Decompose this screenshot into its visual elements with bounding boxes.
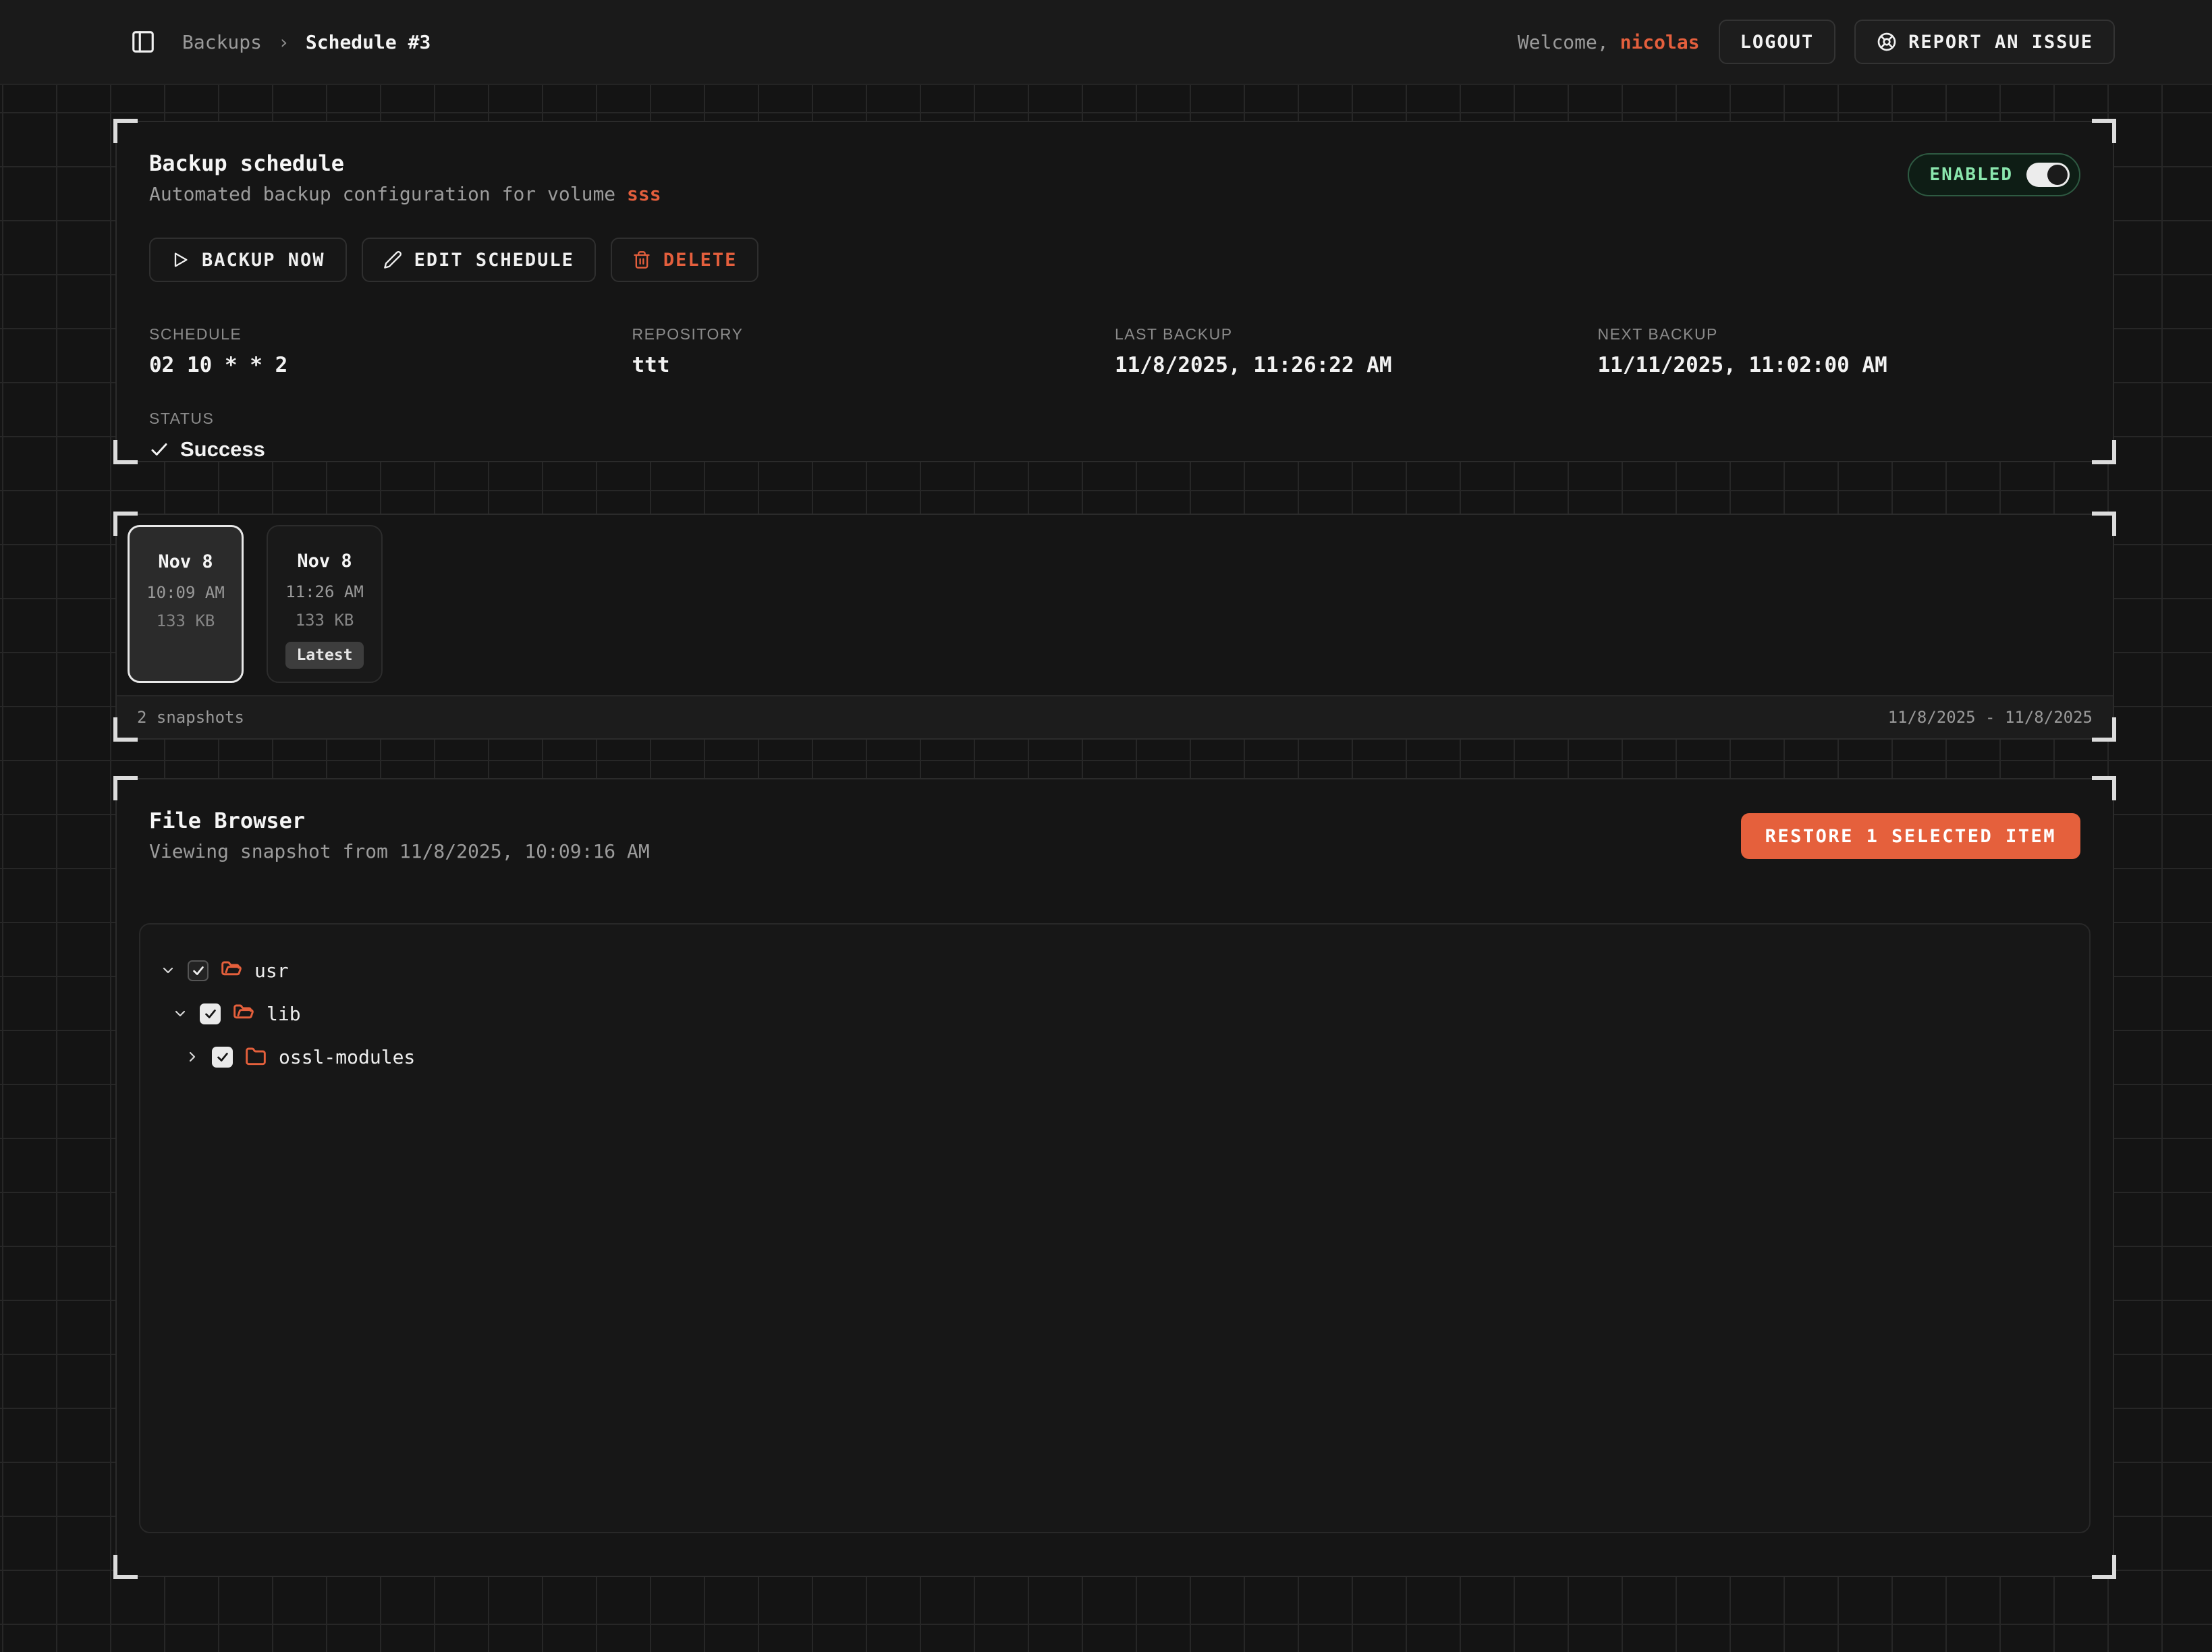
volume-name: sss: [627, 183, 661, 205]
corner-bracket: [113, 512, 138, 536]
enabled-toggle-pill[interactable]: ENABLED: [1908, 153, 2080, 196]
breadcrumb: Backups › Schedule #3: [182, 31, 431, 53]
file-tree: usr lib ossl-modules: [139, 923, 2091, 1533]
folder-open-icon: [233, 1003, 254, 1024]
tree-item-name: usr: [254, 960, 289, 982]
snapshot-card-selected[interactable]: Nov 8 10:09 AM 133 KB: [128, 525, 244, 683]
chevron-right-icon[interactable]: [184, 1049, 201, 1065]
trash-icon: [632, 250, 651, 269]
play-icon: [171, 250, 190, 269]
corner-bracket: [113, 717, 138, 742]
corner-bracket: [2092, 512, 2116, 536]
tree-item-name: lib: [267, 1003, 301, 1025]
checkbox-usr[interactable]: [188, 960, 209, 981]
field-last-backup: LAST BACKUP 11/8/2025, 11:26:22 AM: [1115, 325, 1598, 377]
backup-now-button[interactable]: BACKUP NOW: [149, 238, 347, 282]
file-browser-panel: File Browser Viewing snapshot from 11/8/…: [115, 778, 2114, 1577]
corner-bracket: [2092, 119, 2116, 143]
folder-open-icon: [221, 960, 242, 981]
snapshot-date: Nov 8: [297, 551, 352, 572]
field-schedule: SCHEDULE 02 10 * * 2: [149, 325, 632, 377]
chevron-down-icon[interactable]: [159, 962, 177, 979]
tree-row-ossl-modules[interactable]: ossl-modules: [159, 1035, 2070, 1078]
corner-bracket: [2092, 776, 2116, 800]
backup-now-label: BACKUP NOW: [202, 250, 325, 271]
snapshot-size: 133 KB: [296, 611, 354, 630]
snapshot-card-latest[interactable]: Nov 8 11:26 AM 133 KB Latest: [267, 525, 383, 683]
status-badge: Success: [149, 437, 632, 462]
delete-label: DELETE: [663, 250, 738, 271]
field-value: 11/11/2025, 11:02:00 AM: [1598, 353, 2081, 377]
snapshot-count: 2 snapshots: [137, 708, 244, 727]
snapshot-time: 11:26 AM: [285, 582, 364, 601]
field-next-backup: NEXT BACKUP 11/11/2025, 11:02:00 AM: [1598, 325, 2081, 377]
chevron-right-icon: ›: [278, 31, 289, 53]
field-label: STATUS: [149, 410, 632, 428]
schedule-panel-subtitle: Automated backup configuration for volum…: [149, 183, 2080, 205]
subtitle-prefix: Automated backup configuration for volum…: [149, 183, 627, 205]
restore-selected-button[interactable]: RESTORE 1 SELECTED ITEM: [1741, 813, 2080, 859]
panel-left-icon: [130, 29, 156, 55]
report-issue-label: REPORT AN ISSUE: [1908, 32, 2093, 53]
life-buoy-icon: [1876, 31, 1898, 53]
snapshot-size: 133 KB: [157, 611, 215, 630]
checkbox-ossl-modules[interactable]: [212, 1047, 233, 1068]
snapshot-list: Nov 8 10:09 AM 133 KB Nov 8 11:26 AM 133…: [117, 515, 2113, 693]
tree-row-lib[interactable]: lib: [159, 992, 2070, 1035]
report-issue-button[interactable]: REPORT AN ISSUE: [1854, 20, 2115, 64]
latest-badge: Latest: [285, 642, 363, 669]
field-value: ttt: [632, 353, 1115, 377]
breadcrumb-backups[interactable]: Backups: [182, 31, 262, 53]
tree-row-usr[interactable]: usr: [159, 949, 2070, 992]
breadcrumb-current: Schedule #3: [306, 31, 431, 53]
corner-bracket: [113, 776, 138, 800]
corner-bracket: [113, 119, 138, 143]
snapshot-time: 10:09 AM: [146, 583, 225, 602]
snapshots-panel: Nov 8 10:09 AM 133 KB Nov 8 11:26 AM 133…: [115, 514, 2114, 740]
field-value: 02 10 * * 2: [149, 353, 632, 377]
corner-bracket: [113, 440, 138, 464]
snapshot-date: Nov 8: [158, 551, 213, 572]
field-label: LAST BACKUP: [1115, 325, 1598, 343]
snapshots-footer: 2 snapshots 11/8/2025 - 11/8/2025: [117, 695, 2113, 738]
field-value: 11/8/2025, 11:26:22 AM: [1115, 353, 1598, 377]
schedule-fields: SCHEDULE 02 10 * * 2 REPOSITORY ttt LAST…: [149, 325, 2080, 462]
header-right: Welcome, nicolas LOGOUT REPORT AN ISSUE: [1518, 20, 2115, 64]
top-bar: Backups › Schedule #3 Welcome, nicolas L…: [0, 0, 2212, 85]
status-text: Success: [180, 437, 265, 462]
delete-button[interactable]: DELETE: [611, 238, 759, 282]
pencil-icon: [383, 250, 402, 269]
backup-schedule-panel: Backup schedule Automated backup configu…: [115, 121, 2114, 462]
logout-button[interactable]: LOGOUT: [1719, 20, 1836, 64]
schedule-actions: BACKUP NOW EDIT SCHEDULE DELETE: [149, 238, 2080, 282]
username: nicolas: [1620, 31, 1700, 53]
sidebar-toggle-button[interactable]: [128, 27, 158, 57]
check-icon: [149, 439, 169, 460]
field-repository: REPOSITORY ttt: [632, 325, 1115, 377]
field-label: REPOSITORY: [632, 325, 1115, 343]
enabled-label: ENABLED: [1929, 165, 2013, 185]
welcome-prefix: Welcome,: [1518, 31, 1620, 53]
checkbox-lib[interactable]: [200, 1003, 221, 1024]
corner-bracket: [113, 1555, 138, 1579]
corner-bracket: [2092, 440, 2116, 464]
field-status: STATUS Success: [149, 410, 632, 462]
enabled-switch[interactable]: [2026, 163, 2070, 187]
field-label: SCHEDULE: [149, 325, 632, 343]
schedule-panel-title: Backup schedule: [149, 150, 2080, 176]
folder-icon: [245, 1046, 267, 1068]
welcome-text: Welcome, nicolas: [1518, 31, 1700, 53]
tree-item-name: ossl-modules: [279, 1046, 415, 1068]
field-label: NEXT BACKUP: [1598, 325, 2081, 343]
corner-bracket: [2092, 1555, 2116, 1579]
switch-knob: [2047, 165, 2068, 185]
chevron-down-icon[interactable]: [171, 1006, 189, 1022]
edit-schedule-label: EDIT SCHEDULE: [414, 250, 574, 271]
snapshot-date-range: 11/8/2025 - 11/8/2025: [1888, 708, 2093, 727]
corner-bracket: [2092, 717, 2116, 742]
backup-schedule-page: Backups › Schedule #3 Welcome, nicolas L…: [0, 0, 2212, 1652]
edit-schedule-button[interactable]: EDIT SCHEDULE: [362, 238, 596, 282]
